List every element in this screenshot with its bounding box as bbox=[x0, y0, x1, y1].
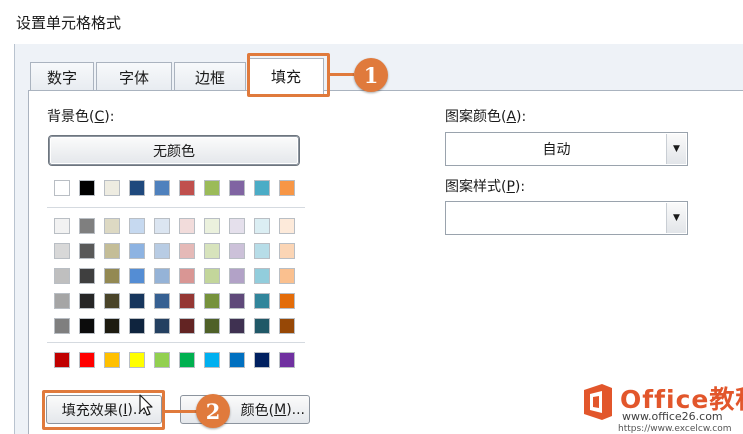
theme-shade-swatch[interactable] bbox=[154, 293, 170, 309]
watermark-url: www.office26.com bbox=[622, 410, 723, 423]
standard-color-swatch[interactable] bbox=[79, 352, 95, 368]
theme-shade-swatch[interactable] bbox=[204, 318, 220, 334]
theme-shade-swatch[interactable] bbox=[229, 293, 245, 309]
theme-shade-swatch[interactable] bbox=[179, 218, 195, 234]
chevron-down-icon[interactable]: ▼ bbox=[666, 134, 686, 164]
theme-shade-swatch[interactable] bbox=[279, 318, 295, 334]
theme-shade-swatch[interactable] bbox=[104, 243, 120, 259]
callout-step-1: 1 bbox=[354, 58, 388, 92]
office-logo-icon bbox=[584, 384, 612, 420]
theme-shade-swatch[interactable] bbox=[129, 268, 145, 284]
callout-step-2: 2 bbox=[196, 394, 230, 428]
title-bar: 设置单元格格式 bbox=[0, 0, 743, 44]
theme-shade-swatch[interactable] bbox=[79, 318, 95, 334]
theme-shade-swatch[interactable] bbox=[129, 218, 145, 234]
theme-shade-swatch[interactable] bbox=[129, 243, 145, 259]
site-watermark: Office教程网 www.office26.com https://www.e… bbox=[578, 378, 743, 434]
theme-shade-swatch[interactable] bbox=[279, 293, 295, 309]
theme-shade-swatch[interactable] bbox=[179, 293, 195, 309]
theme-color-swatch[interactable] bbox=[154, 180, 170, 196]
theme-color-swatch[interactable] bbox=[129, 180, 145, 196]
theme-color-swatch[interactable] bbox=[229, 180, 245, 196]
theme-shade-swatch[interactable] bbox=[204, 268, 220, 284]
theme-shade-swatch[interactable] bbox=[279, 218, 295, 234]
theme-shade-swatch[interactable] bbox=[104, 218, 120, 234]
format-cells-dialog: 设置单元格格式 数字 字体 边框 填充 背景色(C): 无颜色 图案颜色(A):… bbox=[0, 0, 743, 434]
callout-line-2 bbox=[165, 410, 197, 413]
theme-color-swatch[interactable] bbox=[204, 180, 220, 196]
no-color-button[interactable]: 无颜色 bbox=[49, 136, 299, 165]
theme-shade-swatch[interactable] bbox=[129, 318, 145, 334]
pattern-style-select[interactable]: ▼ bbox=[445, 201, 688, 235]
theme-shade-swatch[interactable] bbox=[104, 318, 120, 334]
theme-shade-swatch[interactable] bbox=[79, 293, 95, 309]
theme-shade-swatch[interactable] bbox=[104, 293, 120, 309]
theme-shade-swatch[interactable] bbox=[129, 293, 145, 309]
theme-shade-swatch[interactable] bbox=[204, 243, 220, 259]
dialog-title: 设置单元格格式 bbox=[16, 14, 122, 32]
watermark-url-secondary: https://www.excelcw.com bbox=[618, 424, 732, 434]
theme-shade-swatch[interactable] bbox=[229, 318, 245, 334]
theme-shade-swatch[interactable] bbox=[179, 243, 195, 259]
theme-shade-swatch[interactable] bbox=[229, 268, 245, 284]
theme-shade-swatch[interactable] bbox=[54, 318, 70, 334]
theme-shade-swatch[interactable] bbox=[54, 243, 70, 259]
theme-shade-swatch[interactable] bbox=[179, 318, 195, 334]
chevron-down-icon[interactable]: ▼ bbox=[666, 203, 686, 233]
palette-separator bbox=[47, 342, 305, 343]
standard-color-swatch[interactable] bbox=[104, 352, 120, 368]
theme-shade-swatch[interactable] bbox=[204, 218, 220, 234]
theme-shade-swatch[interactable] bbox=[254, 318, 270, 334]
theme-color-swatch[interactable] bbox=[279, 180, 295, 196]
palette-separator bbox=[47, 207, 305, 208]
theme-shade-swatch[interactable] bbox=[54, 268, 70, 284]
standard-color-swatch[interactable] bbox=[179, 352, 195, 368]
theme-shade-swatch[interactable] bbox=[254, 268, 270, 284]
theme-shade-swatch[interactable] bbox=[279, 243, 295, 259]
pattern-color-select[interactable]: 自动 ▼ bbox=[445, 132, 688, 166]
theme-shade-swatch[interactable] bbox=[254, 243, 270, 259]
theme-shade-swatch[interactable] bbox=[204, 293, 220, 309]
theme-color-swatch[interactable] bbox=[179, 180, 195, 196]
theme-shade-swatch[interactable] bbox=[279, 268, 295, 284]
standard-color-swatch[interactable] bbox=[229, 352, 245, 368]
pattern-color-label: 图案颜色(A): bbox=[445, 109, 527, 125]
theme-shade-swatch[interactable] bbox=[54, 293, 70, 309]
theme-shade-swatch[interactable] bbox=[254, 218, 270, 234]
theme-shade-swatch[interactable] bbox=[79, 243, 95, 259]
tab-border[interactable]: 边框 bbox=[174, 62, 246, 92]
theme-shade-swatch[interactable] bbox=[254, 293, 270, 309]
theme-shade-swatch[interactable] bbox=[79, 218, 95, 234]
pattern-style-label: 图案样式(P): bbox=[445, 179, 526, 195]
standard-color-swatch[interactable] bbox=[204, 352, 220, 368]
standard-color-swatch[interactable] bbox=[129, 352, 145, 368]
theme-shade-swatch[interactable] bbox=[154, 318, 170, 334]
theme-shade-swatch[interactable] bbox=[154, 268, 170, 284]
tab-number[interactable]: 数字 bbox=[30, 62, 94, 92]
callout-line-1 bbox=[330, 73, 354, 76]
standard-color-swatch[interactable] bbox=[54, 352, 70, 368]
theme-color-swatch[interactable] bbox=[54, 180, 70, 196]
background-color-label: 背景色(C): bbox=[47, 109, 115, 125]
standard-color-swatch[interactable] bbox=[279, 352, 295, 368]
theme-shade-swatch[interactable] bbox=[229, 218, 245, 234]
theme-shade-swatch[interactable] bbox=[179, 268, 195, 284]
theme-shade-swatch[interactable] bbox=[154, 243, 170, 259]
standard-color-swatch[interactable] bbox=[154, 352, 170, 368]
fill-tab-highlight bbox=[247, 53, 330, 97]
theme-color-swatch[interactable] bbox=[79, 180, 95, 196]
theme-shade-swatch[interactable] bbox=[229, 243, 245, 259]
tab-font[interactable]: 字体 bbox=[96, 62, 172, 92]
theme-shade-swatch[interactable] bbox=[79, 268, 95, 284]
theme-shade-swatch[interactable] bbox=[54, 218, 70, 234]
mouse-pointer-icon bbox=[139, 394, 153, 416]
standard-color-swatch[interactable] bbox=[254, 352, 270, 368]
theme-color-swatch[interactable] bbox=[104, 180, 120, 196]
pattern-color-value: 自动 bbox=[542, 142, 571, 158]
theme-color-swatch[interactable] bbox=[254, 180, 270, 196]
theme-shade-swatch[interactable] bbox=[154, 218, 170, 234]
theme-shade-swatch[interactable] bbox=[104, 268, 120, 284]
